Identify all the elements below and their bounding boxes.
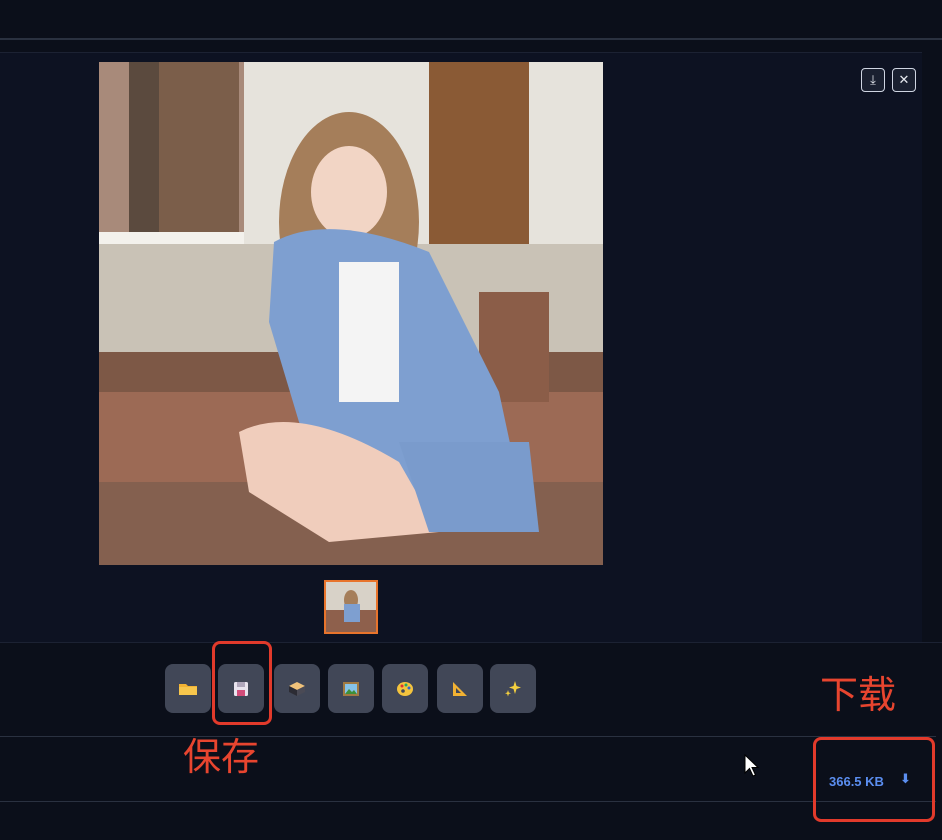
triangle-ruler-icon — [453, 681, 467, 696]
picture-icon — [343, 681, 359, 696]
close-icon: ✕ — [898, 72, 910, 87]
send-to-img2img-button[interactable] — [328, 664, 374, 713]
send-to-extras-button[interactable] — [437, 664, 483, 713]
download-highlight-box — [813, 737, 935, 822]
mouse-cursor-icon — [744, 754, 760, 777]
generated-image[interactable] — [99, 62, 603, 565]
file-download-row — [0, 736, 936, 802]
sparkles-button[interactable] — [490, 664, 536, 713]
top-bar — [0, 0, 942, 40]
thumbnail-picture — [326, 582, 376, 632]
close-image-button[interactable]: ✕ — [892, 68, 916, 92]
download-image-button[interactable]: ⤓ — [861, 68, 885, 92]
save-annotation: 保存 — [183, 735, 260, 779]
download-icon: ⤓ — [870, 72, 876, 87]
zip-button[interactable] — [274, 664, 320, 713]
generated-image-picture — [99, 62, 603, 565]
gallery-thumbnail[interactable] — [324, 580, 378, 634]
package-icon — [289, 681, 305, 696]
download-annotation: 下载 — [820, 673, 897, 717]
save-highlight-box — [212, 641, 272, 725]
folder-icon — [179, 683, 197, 695]
open-folder-button[interactable] — [165, 664, 211, 713]
send-to-inpaint-button[interactable] — [382, 664, 428, 713]
palette-icon — [397, 681, 413, 696]
sparkles-icon — [505, 680, 521, 696]
